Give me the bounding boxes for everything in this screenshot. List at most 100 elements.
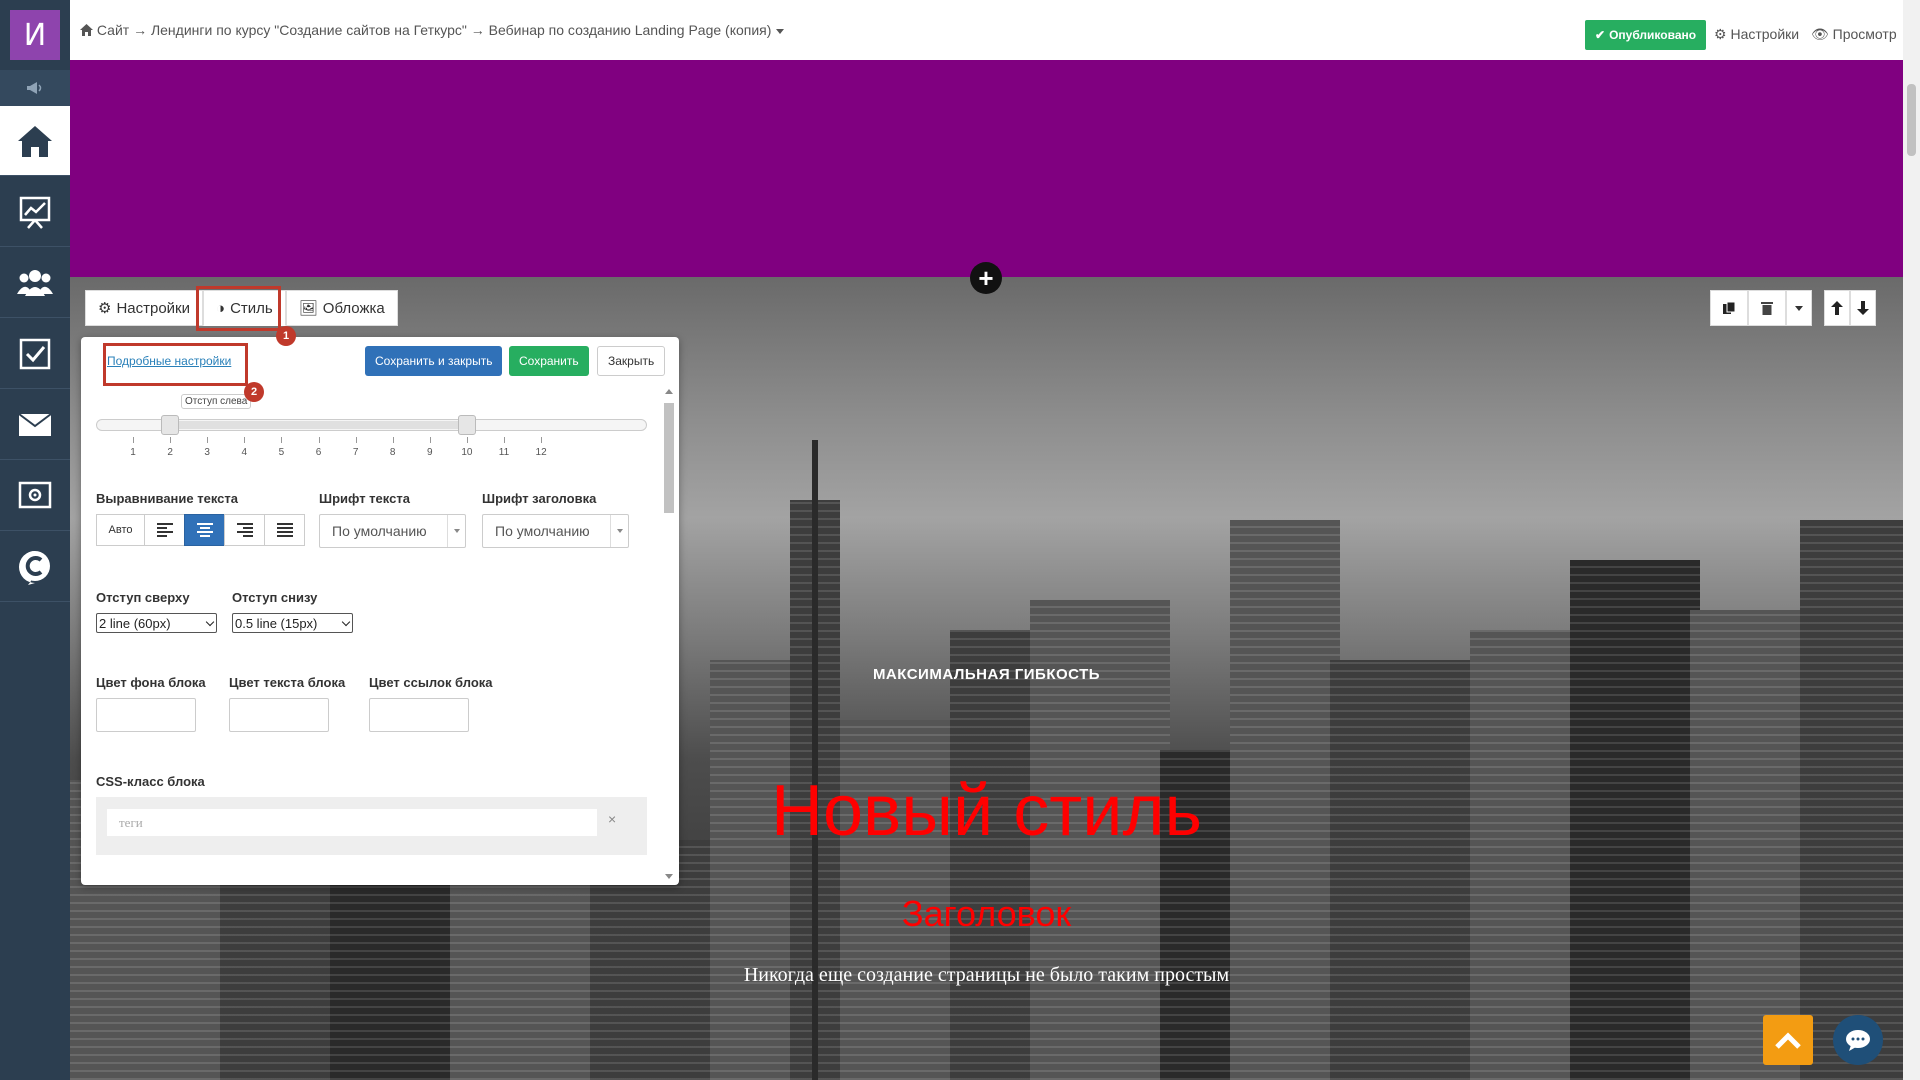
slider-tick-label: 9: [427, 447, 433, 458]
hero-text[interactable]: Никогда еще создание страницы не было та…: [70, 964, 1903, 987]
slider-tick-label: 12: [535, 447, 547, 458]
chevron-up-icon: [1775, 1032, 1801, 1049]
preview-link[interactable]: 👁 Просмотр: [1811, 26, 1897, 43]
text-color-input[interactable]: [229, 698, 329, 732]
sidebar-item-tasks[interactable]: [0, 319, 70, 389]
align-left-button[interactable]: [144, 514, 185, 546]
slider-handle-left[interactable]: [161, 415, 180, 435]
check-icon: ✔: [1595, 28, 1606, 42]
slider-tick: [355, 437, 357, 443]
announcement-icon[interactable]: [0, 70, 70, 106]
sidebar-item-home[interactable]: [0, 106, 70, 176]
save-and-close-button[interactable]: Сохранить и закрыть: [365, 346, 503, 376]
align-auto-button[interactable]: Авто: [96, 514, 145, 546]
gear-icon: ⚙: [1714, 26, 1727, 42]
text-font-value: По умолчанию: [332, 523, 427, 539]
bg-color-input[interactable]: [96, 698, 196, 732]
purple-block[interactable]: [70, 60, 1903, 277]
close-button[interactable]: Закрыть: [597, 346, 666, 376]
tab-settings-label: Настройки: [116, 299, 191, 317]
align-right-button[interactable]: [224, 514, 265, 546]
sidebar-item-chat[interactable]: [0, 532, 70, 602]
copy-icon: [1723, 301, 1736, 314]
plus-icon: +: [978, 262, 994, 293]
sidebar-item-users[interactable]: [0, 248, 70, 318]
chevron-down-icon: [205, 617, 215, 627]
chevron-down-icon: [447, 515, 465, 547]
slider-tick-label: 7: [352, 447, 359, 458]
sidebar-item-site-settings[interactable]: [0, 461, 70, 531]
add-block-button[interactable]: +: [970, 262, 1002, 294]
annotation-box-style-tab: [196, 286, 281, 331]
padding-top-select[interactable]: 2 line (60px): [96, 613, 217, 633]
tab-settings[interactable]: ⚙ Настройки: [85, 290, 204, 326]
page-scrollbar[interactable]: [1903, 0, 1920, 1080]
sidebar-item-mail[interactable]: [0, 390, 70, 460]
hero-subtitle[interactable]: Заголовок: [70, 893, 1903, 935]
heading-font-select[interactable]: По умолчанию: [482, 514, 629, 548]
chevron-down-icon[interactable]: [776, 28, 785, 34]
slider-tick-label: 6: [315, 447, 322, 458]
align-center-button[interactable]: [184, 514, 225, 546]
link-color-label: Цвет ссылок блока: [369, 675, 493, 690]
published-label: Опубликовано: [1609, 28, 1697, 42]
slider-tick-label: 4: [241, 447, 248, 458]
page-scrollbar-thumb[interactable]: [1907, 84, 1916, 156]
css-class-box: теги ×: [96, 797, 647, 855]
delete-block-button[interactable]: [1748, 290, 1786, 326]
block-toolbar: [1710, 290, 1876, 326]
annotation-box-advanced-link: [103, 343, 248, 386]
align-right-icon: [236, 523, 253, 537]
move-up-button[interactable]: [1824, 290, 1850, 326]
trash-icon: [1761, 302, 1773, 315]
copy-block-button[interactable]: [1710, 290, 1748, 326]
support-chat-button[interactable]: [1833, 1015, 1883, 1065]
text-color-label: Цвет текста блока: [229, 675, 346, 690]
tab-cover[interactable]: 🖼 Обложка: [285, 290, 398, 326]
heading-font-label: Шрифт заголовка: [482, 491, 597, 506]
padding-bottom-value: 0.5 line (15px): [235, 615, 318, 631]
align-justify-button[interactable]: [264, 514, 305, 546]
column-range-fill: [170, 421, 467, 429]
home-icon: [80, 24, 93, 36]
padding-bottom-label: Отступ снизу: [232, 590, 318, 605]
block-more-dropdown[interactable]: [1786, 290, 1812, 326]
users-icon: [17, 269, 53, 296]
heading-font-value: По умолчанию: [495, 523, 590, 539]
clear-tags-icon[interactable]: ×: [608, 811, 616, 827]
text-font-select[interactable]: По умолчанию: [319, 514, 466, 548]
style-panel: Подробные настройки Сохранить и закрыть …: [81, 337, 679, 885]
account-logo[interactable]: И: [10, 10, 60, 60]
annotation-badge-2: 2: [244, 382, 264, 402]
link-color-input[interactable]: [369, 698, 469, 732]
text-align-label: Выравнивание текста: [96, 491, 238, 506]
css-tags-input[interactable]: теги: [107, 809, 597, 836]
panel-scrollbar-thumb[interactable]: [664, 403, 674, 513]
scroll-to-top-button[interactable]: [1763, 1015, 1813, 1065]
css-class-label: CSS-класс блока: [96, 774, 205, 789]
chat-c-icon: [19, 550, 50, 585]
slider-tick-label: 8: [389, 447, 396, 458]
slider-tick: [429, 437, 431, 443]
text-align-group: Авто: [96, 514, 305, 546]
published-button[interactable]: ✔ Опубликовано: [1585, 20, 1707, 50]
scroll-up-arrow[interactable]: [665, 389, 673, 394]
breadcrumb-text[interactable]: Сайт → Лендинги по курсу "Создание сайто…: [97, 22, 772, 38]
padding-top-value: 2 line (60px): [99, 615, 171, 631]
slider-tick-label: 10: [461, 447, 473, 458]
slider-tick: [133, 437, 134, 443]
text-font-label: Шрифт текста: [319, 491, 410, 506]
scroll-down-arrow[interactable]: [665, 874, 673, 879]
padding-bottom-select[interactable]: 0.5 line (15px): [232, 613, 353, 633]
move-down-button[interactable]: [1850, 290, 1876, 326]
sidebar-item-analytics[interactable]: [0, 177, 70, 247]
chat-bubble-icon: [1846, 1030, 1870, 1051]
panel-scrollbar[interactable]: [662, 387, 674, 881]
slider-tick: [207, 437, 209, 443]
page-settings-link[interactable]: ⚙ Настройки: [1714, 26, 1799, 43]
mail-icon: [18, 412, 52, 436]
save-button[interactable]: Сохранить: [509, 346, 589, 376]
breadcrumb[interactable]: Сайт → Лендинги по курсу "Создание сайто…: [80, 22, 785, 38]
tasks-icon: [19, 338, 51, 369]
slider-handle-right[interactable]: [457, 415, 476, 435]
